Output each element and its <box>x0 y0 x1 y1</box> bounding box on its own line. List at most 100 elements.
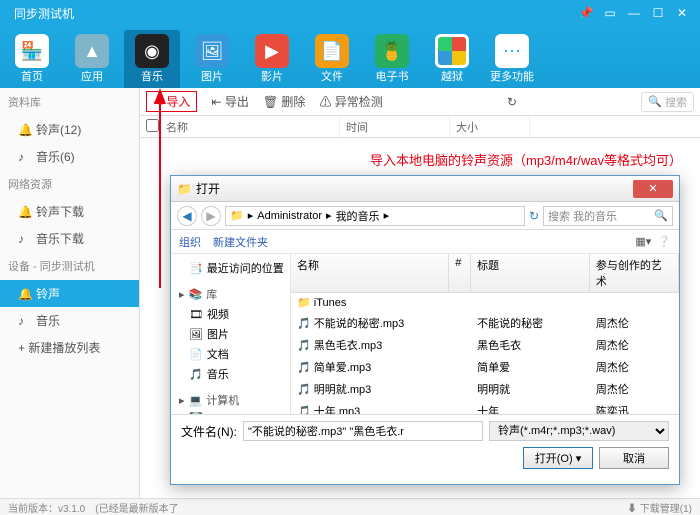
nav-forward-button[interactable]: ▶ <box>201 206 221 226</box>
filename-label: 文件名(N): <box>181 423 237 440</box>
sidebar-item-ringtone-dl[interactable]: 🔔铃声下载 <box>0 198 139 225</box>
library-icon: 📚 <box>189 288 203 301</box>
dialog-footer: 文件名(N): 铃声(*.m4r;*.mp3;*.wav) 打开(O) ▾ 取消 <box>171 414 679 475</box>
dialog-titlebar[interactable]: 📁 打开 ✕ <box>171 176 679 202</box>
video-icon: 🎞 <box>189 308 203 321</box>
view-button[interactable]: ▦▾ <box>635 235 651 248</box>
tree-recent[interactable]: 📑最近访问的位置 <box>171 258 290 278</box>
status-bar: 当前版本：v3.1.0 (已经是最新版本了 ⬇ 下载管理(1) <box>0 498 700 515</box>
bell-icon: 🔔 <box>18 287 30 301</box>
toolbar-video[interactable]: ▶影片 <box>244 30 300 88</box>
folder-icon: 📁 <box>177 182 192 196</box>
toolbar-apps[interactable]: ▲应用 <box>64 30 120 88</box>
tree-doc[interactable]: 📄文档 <box>171 344 290 364</box>
refresh-button[interactable]: ↻ <box>507 95 517 109</box>
sidebar-item-new-playlist[interactable]: + 新建播放列表 <box>0 334 139 361</box>
sidebar-section-library: 资料库 <box>0 88 139 116</box>
music-icon: 🎵 <box>189 368 203 381</box>
open-file-dialog: 📁 打开 ✕ ◀ ▶ 📁▸ Administrator▸ 我的音乐▸ ↻ 搜索 … <box>170 175 680 485</box>
toolbar-home[interactable]: 🏪首页 <box>4 30 60 88</box>
refresh-icon: ↻ <box>507 95 517 109</box>
toolbar-music[interactable]: ◉音乐 <box>124 30 180 88</box>
toolbar-more[interactable]: ⋯更多功能 <box>484 30 540 88</box>
bell-icon: 🔔 <box>18 123 30 137</box>
audio-icon: 🎵 <box>297 340 311 352</box>
toolbar-photo[interactable]: 🖼图片 <box>184 30 240 88</box>
cancel-button[interactable]: 取消 <box>599 447 669 469</box>
window-titlebar: 同步测试机 📌 ▭ — ☐ ✕ <box>0 0 700 26</box>
col-time[interactable]: 时间 <box>340 116 450 137</box>
toolbar-jail[interactable]: 越狱 <box>424 30 480 88</box>
bell-icon: 🔔 <box>18 205 30 219</box>
filename-input[interactable] <box>243 421 483 441</box>
file-row[interactable]: 🎵 明明就.mp3明明就周杰伦 <box>291 378 679 400</box>
music-icon: ♪ <box>18 150 30 164</box>
col-num[interactable]: # <box>449 254 471 292</box>
status-version: 当前版本：v3.1.0 (已经是最新版本了 <box>8 500 179 515</box>
organize-button[interactable]: 组织 <box>179 234 201 250</box>
toolbar-file[interactable]: 📄文件 <box>304 30 360 88</box>
minimize-button[interactable]: — <box>624 6 644 20</box>
annotation-text: 导入本地电脑的铃声资源（mp3/m4r/wav等格式均可） <box>370 150 682 169</box>
search-icon: 🔍 <box>654 209 668 222</box>
dialog-file-list: 名称 # 标题 参与创作的艺术 📁 iTunes🎵 不能说的秘密.mp3不能说的… <box>291 254 679 414</box>
document-icon: 📄 <box>189 348 203 361</box>
folder-icon: 📁 <box>297 297 311 309</box>
filetype-select[interactable]: 铃声(*.m4r;*.mp3;*.wav) <box>489 421 669 441</box>
dialog-nav-tree: 📑最近访问的位置 ▸ 📚 库 🎞视频 🖼图片 📄文档 🎵音乐 ▸ 💻 计算机 💽… <box>171 254 291 414</box>
sidebar-item-music-lib[interactable]: ♪音乐(6) <box>0 143 139 170</box>
col-filename[interactable]: 名称 <box>291 254 449 292</box>
file-row[interactable]: 🎵 十年.mp3十年陈奕迅 <box>291 400 679 414</box>
tree-video[interactable]: 🎞视频 <box>171 304 290 324</box>
status-download[interactable]: ⬇ 下载管理(1) <box>627 500 692 515</box>
tree-drive-c[interactable]: 💽Win7 64 (C:) <box>171 410 290 414</box>
dialog-close-button[interactable]: ✕ <box>633 180 673 198</box>
recent-icon: 📑 <box>189 262 203 275</box>
col-artist[interactable]: 参与创作的艺术 <box>590 254 679 292</box>
tree-music[interactable]: 🎵音乐 <box>171 364 290 384</box>
help-button[interactable]: ❔ <box>657 235 671 248</box>
tree-pic[interactable]: 🖼图片 <box>171 324 290 344</box>
tree-lib[interactable]: ▸ 📚 库 <box>171 284 290 304</box>
audio-icon: 🎵 <box>297 362 311 374</box>
file-row[interactable]: 🎵 不能说的秘密.mp3不能说的秘密周杰伦 <box>291 312 679 334</box>
col-size[interactable]: 大小 <box>450 116 530 137</box>
sidebar-section-device: 设备 - 同步测试机 <box>0 252 139 280</box>
sidebar-item-ringtones-device[interactable]: 🔔铃声 <box>0 280 139 307</box>
audio-icon: 🎵 <box>297 318 311 330</box>
close-button[interactable]: ✕ <box>672 6 692 20</box>
sidebar: 资料库 🔔铃声(12) ♪音乐(6) 网络资源 🔔铃声下载 ♪音乐下载 设备 -… <box>0 88 140 498</box>
refresh-icon[interactable]: ↻ <box>529 209 539 223</box>
computer-icon: 💻 <box>189 394 203 407</box>
sidebar-item-ringtones-lib[interactable]: 🔔铃声(12) <box>0 116 139 143</box>
newfolder-button[interactable]: 新建文件夹 <box>213 234 268 250</box>
dialog-body: 📑最近访问的位置 ▸ 📚 库 🎞视频 🖼图片 📄文档 🎵音乐 ▸ 💻 计算机 💽… <box>171 254 679 414</box>
open-button[interactable]: 打开(O) ▾ <box>523 447 593 469</box>
theme-button[interactable]: ▭ <box>600 6 620 20</box>
main-toolbar: 🏪首页 ▲应用 ◉音乐 🖼图片 ▶影片 📄文件 🍍电子书 越狱 ⋯更多功能 <box>0 26 700 88</box>
maximize-button[interactable]: ☐ <box>648 6 668 20</box>
sidebar-item-music-dl[interactable]: ♪音乐下载 <box>0 225 139 252</box>
window-title: 同步测试机 <box>14 5 74 22</box>
search-box[interactable]: 🔍 搜索 <box>641 92 694 112</box>
dialog-title: 打开 <box>196 180 220 197</box>
file-row[interactable]: 📁 iTunes <box>291 293 679 312</box>
pin-button[interactable]: 📌 <box>576 6 596 20</box>
file-row[interactable]: 🎵 黑色毛衣.mp3黑色毛衣周杰伦 <box>291 334 679 356</box>
tree-computer[interactable]: ▸ 💻 计算机 <box>171 390 290 410</box>
col-title[interactable]: 标题 <box>471 254 590 292</box>
audio-icon: 🎵 <box>297 384 311 396</box>
dialog-path-bar: ◀ ▶ 📁▸ Administrator▸ 我的音乐▸ ↻ 搜索 我的音乐🔍 <box>171 202 679 230</box>
breadcrumb[interactable]: 📁▸ Administrator▸ 我的音乐▸ <box>225 206 525 226</box>
nav-back-button[interactable]: ◀ <box>177 206 197 226</box>
search-icon: 🔍 <box>648 95 662 108</box>
toolbar-book[interactable]: 🍍电子书 <box>364 30 420 88</box>
file-row[interactable]: 🎵 简单爱.mp3简单爱周杰伦 <box>291 356 679 378</box>
folder-icon: 📁 <box>230 209 244 222</box>
audio-icon: 🎵 <box>297 406 311 414</box>
dialog-toolbar: 组织 新建文件夹 ▦▾ ❔ <box>171 230 679 254</box>
music-icon: ♪ <box>18 232 30 246</box>
dialog-search[interactable]: 搜索 我的音乐🔍 <box>543 206 673 226</box>
drive-icon: 💽 <box>189 412 203 414</box>
sidebar-item-music-device[interactable]: ♪音乐 <box>0 307 139 334</box>
